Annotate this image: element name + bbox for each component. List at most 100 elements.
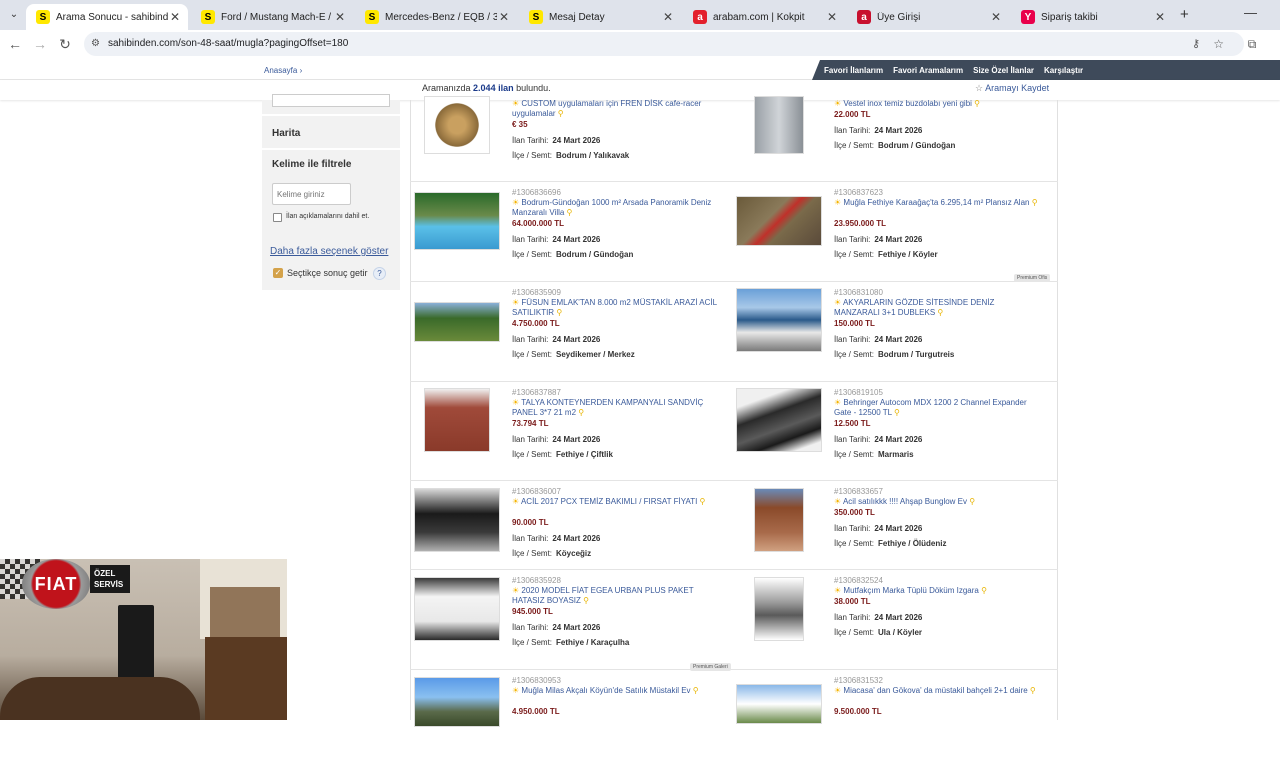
breadcrumb-home[interactable]: Anasayfa bbox=[264, 66, 297, 75]
map-filter-link[interactable]: Harita bbox=[272, 128, 300, 139]
more-options-link[interactable]: Daha fazla seçenek göster bbox=[270, 246, 388, 257]
listing-title-link[interactable]: ☀ Behringer Autocom MDX 1200 2 Channel E… bbox=[834, 398, 1039, 418]
nav-link-special-listings[interactable]: Size Özel İlanlar bbox=[973, 66, 1034, 75]
listing-thumbnail[interactable] bbox=[754, 577, 804, 641]
tab-close-icon[interactable]: ✕ bbox=[170, 10, 180, 24]
bookmark-star-icon[interactable]: ☆ bbox=[1213, 32, 1224, 56]
listing-title: CUSTOM uygulamaları için FREN DİSK cafe-… bbox=[512, 99, 702, 118]
listing-thumbnail[interactable] bbox=[414, 192, 500, 250]
pin-icon: ⚲ bbox=[935, 308, 944, 317]
listing-thumbnail[interactable] bbox=[414, 488, 500, 552]
listing-card[interactable]: #1306833657 ☀ Acil satılıkkk !!!! Ahşap B… bbox=[736, 487, 1056, 577]
listing-thumbnail[interactable] bbox=[414, 577, 500, 641]
listing-card[interactable]: ☀ Vestel inox temiz buzdolabı yeni gibi … bbox=[736, 96, 1056, 186]
listing-card[interactable]: #1306819105 ☀ Behringer Autocom MDX 1200 … bbox=[736, 388, 1056, 478]
nav-link-favorite-searches[interactable]: Favori Aramalarım bbox=[893, 66, 963, 75]
listing-thumbnail[interactable] bbox=[736, 196, 822, 246]
listing-location: Marmaris bbox=[878, 450, 914, 459]
new-tab-icon[interactable]: + bbox=[1180, 6, 1189, 23]
pin-icon: ⚲ bbox=[971, 99, 981, 108]
listing-location-row: İlçe / Semt: Fethiye / Karaçulha bbox=[512, 638, 629, 647]
breadcrumb[interactable]: Anasayfa › bbox=[264, 66, 302, 75]
listing-title-link[interactable]: ☀ 2020 MODEL FİAT EGEA URBAN PLUS PAKET … bbox=[512, 586, 717, 606]
listing-title-link[interactable]: ☀ Muğla Fethiye Karaağaç'ta 6.295,14 m² … bbox=[834, 198, 1039, 208]
password-key-icon[interactable]: ⚷ bbox=[1192, 32, 1200, 56]
help-icon[interactable]: ? bbox=[373, 267, 386, 280]
tab-favicon-icon: S bbox=[365, 10, 379, 24]
browser-tab[interactable]: S Mercedes-Benz / EQB / 350 / E✕ bbox=[355, 4, 517, 30]
include-description-checkbox[interactable] bbox=[273, 213, 282, 222]
listing-thumbnail[interactable] bbox=[424, 388, 490, 452]
site-info-icon[interactable]: ⚙ bbox=[91, 32, 100, 56]
auto-results-checkbox[interactable]: ✓ bbox=[273, 268, 283, 278]
listing-thumbnail[interactable] bbox=[754, 96, 804, 154]
listing-title-link[interactable]: ☀ FÜSUN EMLAK'TAN 8.000 m2 MÜSTAKİL ARAZ… bbox=[512, 298, 717, 318]
listing-title-link[interactable]: ☀ Mutfakçım Marka Tüplü Döküm Izgara ⚲ bbox=[834, 586, 1039, 596]
tab-close-icon[interactable]: ✕ bbox=[335, 10, 345, 24]
tab-title: Mesaj Detay bbox=[549, 11, 605, 23]
listing-thumbnail[interactable] bbox=[736, 288, 822, 352]
minimize-icon[interactable]: — bbox=[1244, 5, 1257, 20]
listing-thumbnail[interactable] bbox=[736, 388, 822, 452]
listing-id: #1306831532 bbox=[834, 676, 883, 685]
listing-title-link[interactable]: ☀ Miacasa' dan Gökova' da müstakil bahçe… bbox=[834, 686, 1039, 696]
listing-title-link[interactable]: ☀ Vestel inox temiz buzdolabı yeni gibi … bbox=[834, 99, 1039, 109]
browser-tab[interactable]: S Arama Sonucu - sahibinden.com✕ bbox=[26, 4, 188, 30]
listing-thumbnail[interactable] bbox=[754, 488, 804, 552]
tab-favicon-icon: S bbox=[36, 10, 50, 24]
browser-tab[interactable]: S Mesaj Detay ✕ bbox=[519, 4, 681, 30]
listing-card[interactable]: #1306835928 ☀ 2020 MODEL FİAT EGEA URBAN … bbox=[414, 576, 734, 671]
highlight-sun-icon: ☀ bbox=[512, 398, 522, 407]
listing-date: 24 Mart 2026 bbox=[552, 435, 601, 444]
service-sign: ÖZEL SERVİS bbox=[90, 565, 130, 593]
listing-thumbnail[interactable] bbox=[424, 96, 490, 154]
fiat-logo-text: FIAT bbox=[34, 573, 78, 594]
listing-title-link[interactable]: ☀ ACİL 2017 PCX TEMİZ BAKIMLI / FIRSAT F… bbox=[512, 497, 717, 507]
listing-title-link[interactable]: ☀ TALYA KONTEYNERDEN KAMPANYALI SANDVİÇ … bbox=[512, 398, 717, 418]
listing-card[interactable]: #1306831080 ☀ AKYARLARIN GÖZDE SİTESİNDE … bbox=[736, 288, 1056, 378]
tab-close-icon[interactable]: ✕ bbox=[499, 10, 509, 24]
listing-card[interactable]: #1306836696 ☀ Bodrum-Gündoğan 1000 m² Ars… bbox=[414, 188, 734, 278]
tab-close-icon[interactable]: ✕ bbox=[1155, 10, 1165, 24]
browser-tab[interactable]: a arabam.com | Kokpit ✕ bbox=[683, 4, 845, 30]
listing-title-link[interactable]: ☀ Bodrum-Gündoğan 1000 m² Arsada Panoram… bbox=[512, 198, 717, 218]
tab-search-chevron-icon[interactable]: ⌄ bbox=[4, 6, 24, 24]
listing-title: Muğla Fethiye Karaağaç'ta 6.295,14 m² Pl… bbox=[843, 198, 1030, 207]
tab-close-icon[interactable]: ✕ bbox=[663, 10, 673, 24]
listing-card[interactable]: #1306835909 ☀ FÜSUN EMLAK'TAN 8.000 m2 MÜ… bbox=[414, 288, 734, 378]
save-search-link[interactable]: ☆ Aramayı Kaydet bbox=[975, 83, 1049, 94]
nav-link-favorite-listings[interactable]: Favori İlanlarım bbox=[824, 66, 883, 75]
listing-card[interactable]: #1306837887 ☀ TALYA KONTEYNERDEN KAMPANYA… bbox=[414, 388, 734, 478]
listing-title-link[interactable]: ☀ Acil satılıkkk !!!! Ahşap Bunglow Ev ⚲ bbox=[834, 497, 1039, 507]
browser-tab[interactable]: a Üye Girişi ✕ bbox=[847, 4, 1009, 30]
listing-card[interactable]: #1306832524 ☀ Mutfakçım Marka Tüplü Döküm… bbox=[736, 576, 1056, 666]
partial-select-input[interactable] bbox=[272, 94, 390, 107]
row-divider bbox=[410, 669, 1058, 670]
tab-title: Üye Girişi bbox=[877, 11, 921, 23]
listing-card[interactable]: ☀ CUSTOM uygulamaları için FREN DİSK caf… bbox=[414, 96, 734, 186]
keyword-input[interactable] bbox=[272, 183, 351, 205]
listing-date-row: İlan Tarihi: 24 Mart 2026 bbox=[512, 534, 600, 543]
browser-tab[interactable]: Y Sipariş takibi ✕ bbox=[1011, 4, 1173, 30]
listing-location-row: İlçe / Semt: Fethiye / Çiftlik bbox=[512, 450, 613, 459]
listing-card[interactable]: #1306831532 ☀ Miacasa' dan Gökova' da müs… bbox=[736, 676, 1056, 766]
extensions-icon[interactable]: ⧉ bbox=[1242, 34, 1262, 54]
listing-card[interactable]: #1306837623 ☀ Muğla Fethiye Karaağaç'ta 6… bbox=[736, 188, 1056, 282]
browser-tab[interactable]: S Ford / Mustang Mach-E / Prem✕ bbox=[191, 4, 353, 30]
nav-link-compare[interactable]: Karşılaştır bbox=[1044, 66, 1083, 75]
listing-title-link[interactable]: ☀ Muğla Milas Akçalı Köyün'de Satılık Mü… bbox=[512, 686, 717, 696]
listing-card[interactable]: #1306830953 ☀ Muğla Milas Akçalı Köyün'de… bbox=[414, 676, 734, 766]
listing-title-link[interactable]: ☀ CUSTOM uygulamaları için FREN DİSK caf… bbox=[512, 99, 717, 119]
sign-line-1: ÖZEL bbox=[94, 569, 116, 578]
back-icon[interactable]: ← bbox=[5, 34, 25, 54]
address-bar[interactable]: ⚙ sahibinden.com/son-48-saat/mugla?pagin… bbox=[84, 32, 1244, 56]
listing-thumbnail[interactable] bbox=[736, 684, 822, 724]
forward-icon[interactable]: → bbox=[30, 34, 50, 54]
reload-icon[interactable]: ↻ bbox=[55, 34, 75, 54]
tab-close-icon[interactable]: ✕ bbox=[827, 10, 837, 24]
listing-title-link[interactable]: ☀ AKYARLARIN GÖZDE SİTESİNDE DENİZ MANZA… bbox=[834, 298, 1039, 318]
listing-thumbnail[interactable] bbox=[414, 302, 500, 342]
listing-card[interactable]: #1306836007 ☀ ACİL 2017 PCX TEMİZ BAKIMLI… bbox=[414, 487, 734, 577]
premium-badge: Premium Galeri bbox=[690, 663, 731, 671]
tab-close-icon[interactable]: ✕ bbox=[991, 10, 1001, 24]
